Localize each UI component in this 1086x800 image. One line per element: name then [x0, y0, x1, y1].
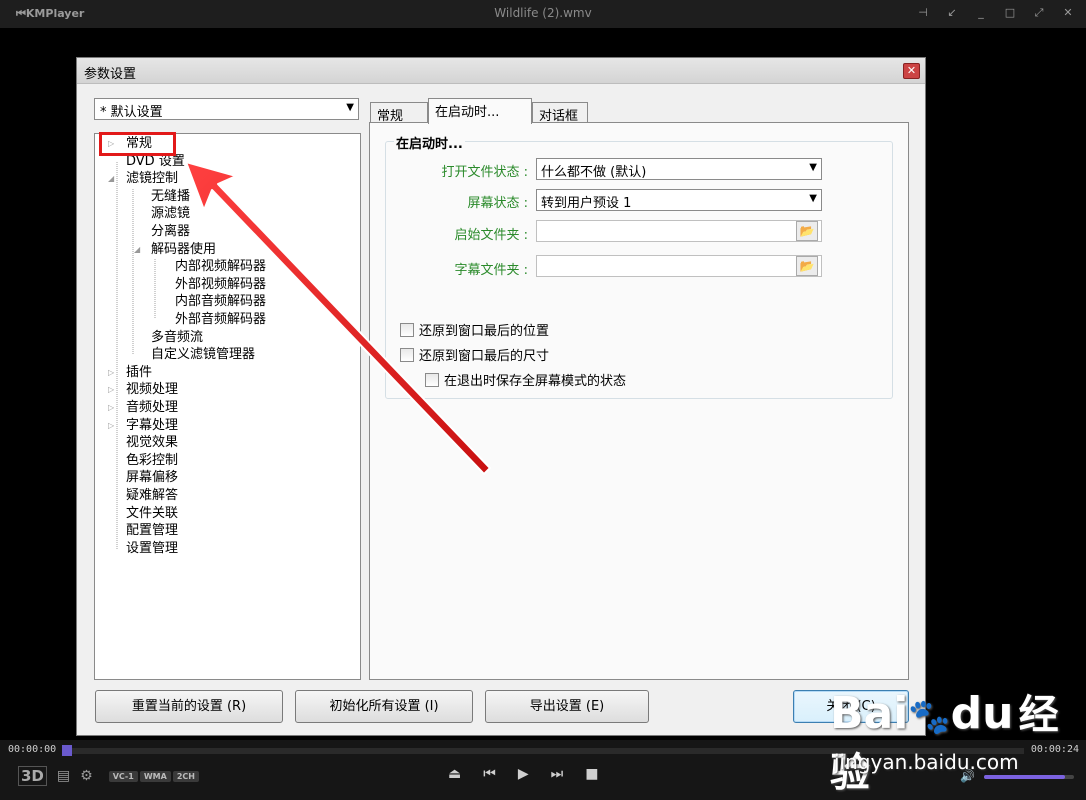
watermark-url: jingyan.baidu.com	[834, 750, 1019, 774]
baidu-logo: Bai🐾du	[830, 688, 1014, 739]
annotation-arrow	[185, 161, 491, 475]
baidu-watermark: Bai🐾du 经验 jingyan.baidu.com	[830, 682, 1086, 798]
watermark-brand: Bai	[830, 688, 909, 739]
tab-startup[interactable]: 在启动时...	[428, 98, 532, 124]
